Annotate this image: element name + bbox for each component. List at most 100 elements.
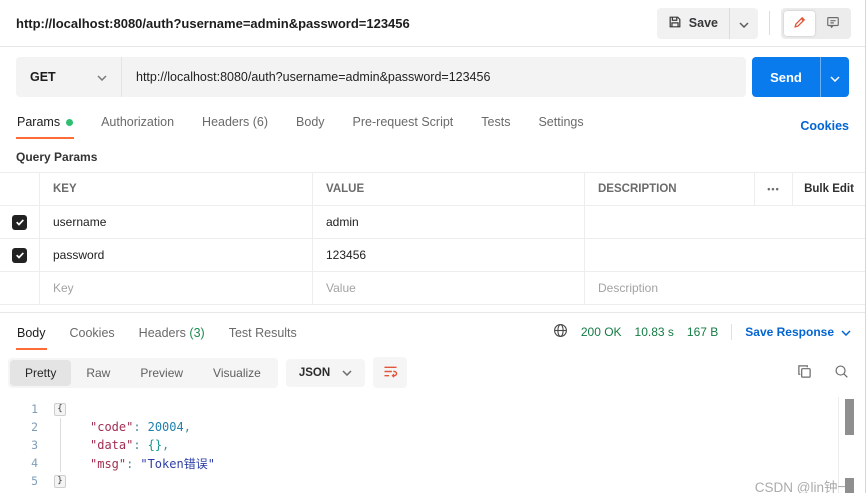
table-row-empty: Key Value Description xyxy=(0,272,865,305)
response-tab-test-results[interactable]: Test Results xyxy=(228,316,298,350)
param-key-cell[interactable]: Key xyxy=(40,272,313,304)
line-number: 4 xyxy=(31,456,38,470)
pencil-icon xyxy=(793,15,807,32)
comment-button[interactable] xyxy=(817,11,848,36)
code-line: 1 { xyxy=(0,400,865,418)
column-header-key: KEY xyxy=(40,173,313,205)
tab-label: Body xyxy=(296,115,325,129)
response-tabs: Body Cookies Headers (3) Test Results xyxy=(16,316,298,350)
param-value-cell[interactable]: 123456 xyxy=(313,239,585,271)
fold-toggle[interactable]: { xyxy=(54,402,66,416)
globe-icon[interactable] xyxy=(553,323,568,341)
edit-button[interactable] xyxy=(784,10,815,36)
table-header-row: KEY VALUE DESCRIPTION ••• Bulk Edit xyxy=(0,172,865,206)
response-tab-body[interactable]: Body xyxy=(16,316,47,350)
line-number: 1 xyxy=(31,402,38,416)
more-options-button[interactable]: ••• xyxy=(755,173,793,205)
chevron-down-icon xyxy=(739,16,749,31)
headers-count-badge: (3) xyxy=(189,326,205,340)
json-entry: "msg": "Token错误" xyxy=(90,456,215,471)
tab-params[interactable]: Params xyxy=(16,107,75,139)
send-button[interactable]: Send xyxy=(752,57,820,97)
request-header: http://localhost:8080/auth?username=admi… xyxy=(0,0,865,47)
tab-settings[interactable]: Settings xyxy=(537,107,584,139)
response-tools xyxy=(797,364,849,382)
view-tab-preview[interactable]: Preview xyxy=(125,360,198,386)
send-options-button[interactable] xyxy=(820,57,849,97)
save-icon xyxy=(668,15,682,32)
method-select[interactable]: GET xyxy=(16,57,122,97)
search-button[interactable] xyxy=(834,364,849,382)
response-section: Body Cookies Headers (3) Test Results 20… xyxy=(0,312,865,493)
response-meta: 200 OK 10.83 s 167 B Save Response xyxy=(553,323,851,350)
param-value-cell[interactable]: Value xyxy=(313,272,585,304)
header-actions: Save xyxy=(656,7,851,39)
format-select[interactable]: JSON xyxy=(285,358,366,387)
query-params-title: Query Params xyxy=(16,150,98,164)
code-line: 2 "code": 20004, xyxy=(0,418,865,436)
save-button-label: Save xyxy=(688,16,718,30)
table-row: username admin xyxy=(0,206,865,239)
tab-label: Cookies xyxy=(69,326,115,340)
chevron-down-icon xyxy=(97,70,107,84)
tab-pre-request-script[interactable]: Pre-request Script xyxy=(352,107,455,139)
scrollbar-thumb[interactable] xyxy=(845,399,854,435)
row-checkbox-checked[interactable] xyxy=(12,214,27,230)
table-row: password 123456 xyxy=(0,239,865,272)
view-tab-pretty[interactable]: Pretty xyxy=(10,359,72,386)
copy-icon xyxy=(797,364,812,382)
url-bar: GET http://localhost:8080/auth?username=… xyxy=(0,47,865,105)
tab-body[interactable]: Body xyxy=(295,107,326,139)
status-badge: 200 OK xyxy=(580,325,622,339)
tab-label: Pre-request Script xyxy=(352,115,454,129)
view-tab-visualize[interactable]: Visualize xyxy=(198,360,276,386)
tab-label: Settings xyxy=(538,115,584,129)
param-description-cell[interactable] xyxy=(585,206,865,238)
line-number: 2 xyxy=(31,420,38,434)
param-description-cell[interactable] xyxy=(585,239,865,271)
code-line: 4 "msg": "Token错误" xyxy=(0,454,865,472)
chevron-down-icon xyxy=(841,325,851,339)
chevron-down-icon xyxy=(830,70,840,85)
param-description-cell[interactable]: Description xyxy=(585,272,865,304)
tab-label: Tests xyxy=(481,115,511,129)
save-options-button[interactable] xyxy=(729,7,758,39)
tab-headers[interactable]: Headers (6) xyxy=(201,107,269,139)
save-button-group: Save xyxy=(656,7,758,39)
tab-label: Test Results xyxy=(228,326,297,340)
response-view-toolbar: Pretty Raw Preview Visualize JSON xyxy=(0,350,865,395)
param-value-cell[interactable]: admin xyxy=(313,206,585,238)
tab-label: Body xyxy=(17,326,46,340)
request-title: http://localhost:8080/auth?username=admi… xyxy=(16,15,410,31)
save-response-button[interactable]: Save Response xyxy=(745,325,851,339)
response-tab-cookies[interactable]: Cookies xyxy=(69,316,116,350)
bulk-edit-button[interactable]: Bulk Edit xyxy=(793,173,865,205)
empty-check-cell xyxy=(0,272,40,304)
response-tab-headers[interactable]: Headers (3) xyxy=(138,316,206,350)
column-header-value: VALUE xyxy=(313,173,585,205)
url-input[interactable]: http://localhost:8080/auth?username=admi… xyxy=(122,57,746,97)
copy-button[interactable] xyxy=(797,364,812,382)
method-label: GET xyxy=(30,70,56,84)
view-tab-raw[interactable]: Raw xyxy=(71,360,125,386)
json-entry: "data": {}, xyxy=(90,438,170,452)
param-key-cell[interactable]: username xyxy=(40,206,313,238)
wrap-lines-button[interactable] xyxy=(373,357,408,388)
cookies-link[interactable]: Cookies xyxy=(800,119,849,139)
code-line: 5 } xyxy=(0,472,865,490)
save-response-label: Save Response xyxy=(745,325,834,339)
scrollbar-thumb[interactable] xyxy=(845,478,854,493)
comment-icon xyxy=(826,15,840,32)
param-key-cell[interactable]: password xyxy=(40,239,313,271)
line-number: 5 xyxy=(31,474,38,488)
column-header-description: DESCRIPTION xyxy=(585,173,755,205)
response-size: 167 B xyxy=(686,325,719,339)
tab-authorization[interactable]: Authorization xyxy=(100,107,175,139)
tab-tests[interactable]: Tests xyxy=(480,107,511,139)
fold-toggle[interactable]: } xyxy=(54,474,66,488)
watermark: CSDN @lin钟一 xyxy=(754,480,851,493)
row-checkbox-checked[interactable] xyxy=(12,247,27,263)
header-check-cell xyxy=(0,173,40,205)
tab-label: Params xyxy=(17,115,61,129)
save-button[interactable]: Save xyxy=(657,8,729,39)
